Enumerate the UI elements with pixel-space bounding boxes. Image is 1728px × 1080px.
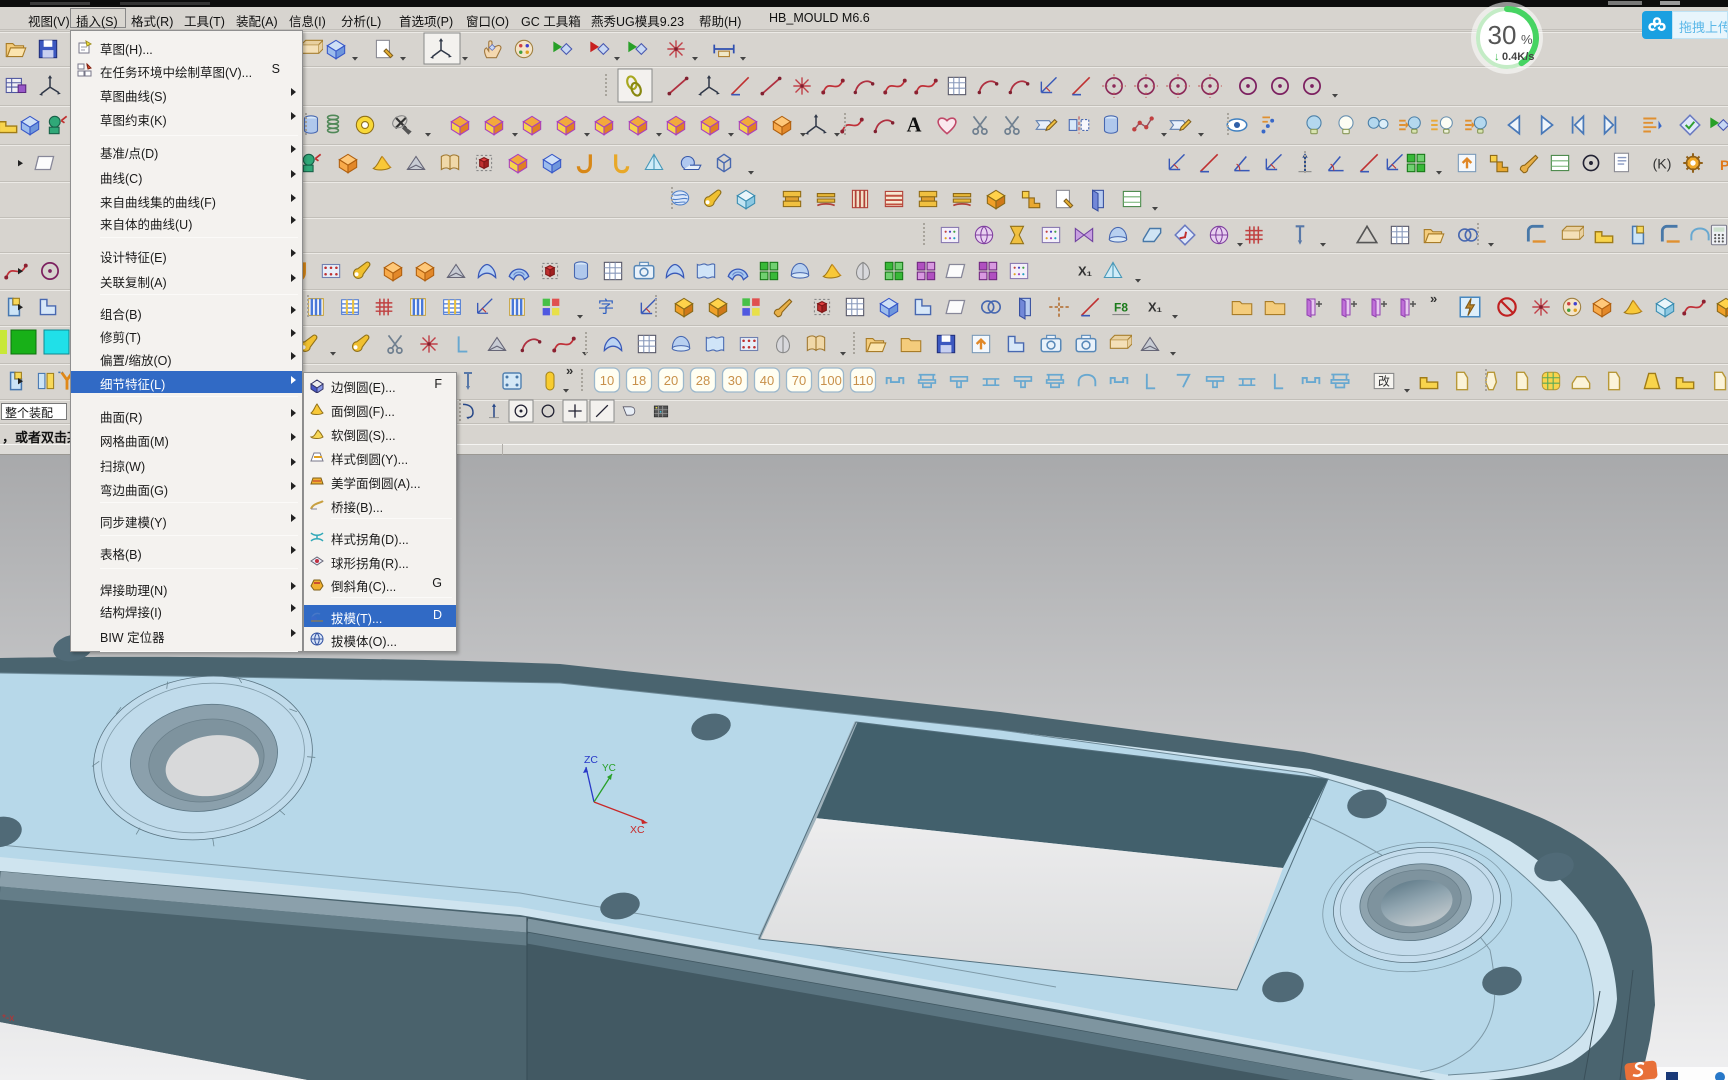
svg-text:18: 18 bbox=[632, 373, 646, 388]
svg-text:10: 10 bbox=[600, 373, 614, 388]
svg-text:ZC: ZC bbox=[584, 754, 598, 766]
svg-text:YC: YC bbox=[602, 763, 616, 774]
svg-text:20: 20 bbox=[664, 373, 678, 388]
svg-text:0.4K/s: 0.4K/s bbox=[1502, 51, 1534, 63]
svg-text:%: % bbox=[1521, 32, 1533, 47]
svg-text:»: » bbox=[566, 363, 573, 378]
svg-text:↓: ↓ bbox=[1494, 51, 1500, 63]
svg-text:70: 70 bbox=[792, 373, 806, 388]
svg-text:40: 40 bbox=[760, 373, 774, 388]
svg-text:»: » bbox=[1430, 291, 1437, 306]
svg-text:28: 28 bbox=[696, 373, 710, 388]
svg-text:100: 100 bbox=[820, 373, 842, 388]
svg-text:30: 30 bbox=[728, 373, 742, 388]
svg-text:110: 110 bbox=[853, 373, 874, 388]
svg-text:XC: XC bbox=[630, 824, 645, 836]
svg-text:30: 30 bbox=[1488, 20, 1517, 50]
svg-text:P: P bbox=[1720, 157, 1728, 173]
svg-text:*-x: *-x bbox=[2, 1013, 14, 1024]
